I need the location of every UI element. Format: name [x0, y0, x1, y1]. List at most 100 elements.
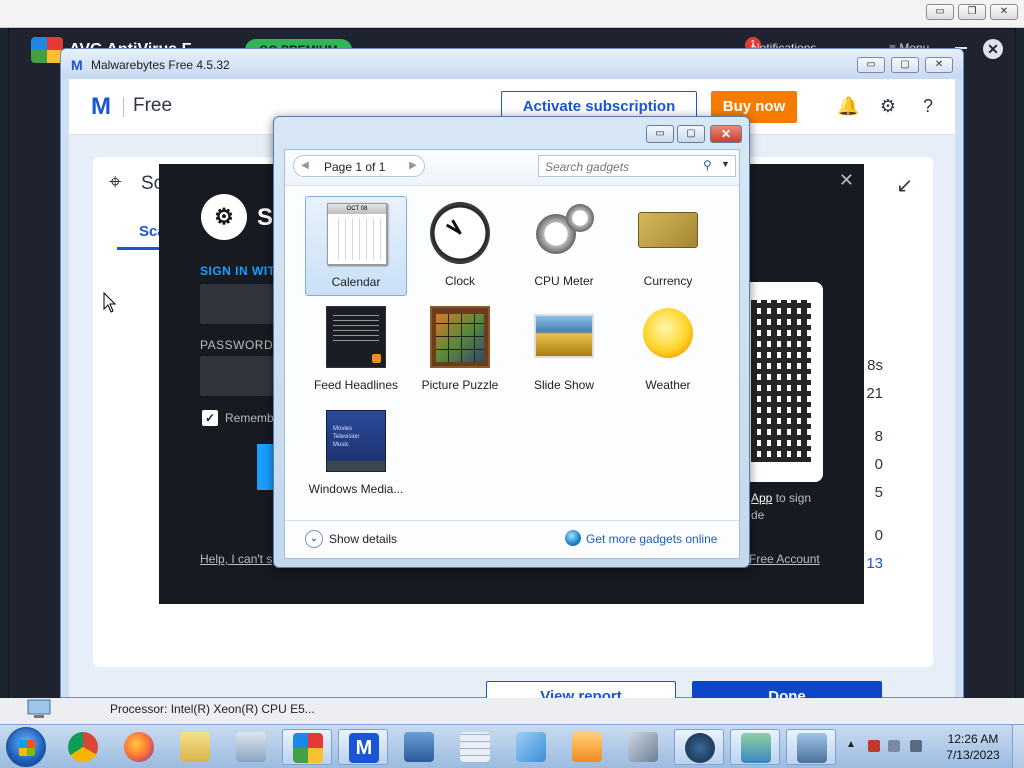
stat-value: 8: [874, 428, 883, 445]
show-desktop-button[interactable]: [1012, 725, 1024, 768]
gadget-weather[interactable]: Weather: [617, 300, 719, 400]
media-player-icon: [572, 732, 602, 762]
processor-value: Intel(R) Xeon(R) CPU E5...: [170, 702, 315, 716]
taskbar-tool[interactable]: [618, 729, 668, 765]
malwarebytes-title-icon: M: [71, 57, 83, 73]
stat-value: 13: [866, 555, 883, 572]
collapse-arrow-icon[interactable]: ↙: [896, 173, 913, 198]
free-account-link[interactable]: Free Account: [749, 552, 820, 566]
gadget-label: Currency: [643, 274, 693, 288]
paper-plane-icon: [516, 732, 546, 762]
get-more-gadgets-link[interactable]: Get more gadgets online: [586, 532, 717, 546]
keyboard-icon: [236, 732, 266, 762]
gadget-label: Feed Headlines: [313, 378, 399, 392]
qr-code: [739, 282, 823, 482]
gear-icon[interactable]: ⚙: [877, 95, 899, 117]
crosshair-icon: ⌖: [109, 169, 122, 194]
gadget-calendar[interactable]: OCT 08 Calendar: [305, 196, 407, 296]
feed-headlines-icon: [326, 306, 386, 368]
page-label: Page 1 of 1: [324, 160, 386, 174]
processor-info: Processor: Intel(R) Xeon(R) CPU E5...: [110, 702, 315, 716]
malwarebytes-maximize-button[interactable]: ▢: [891, 57, 919, 73]
taskbar-firefox[interactable]: [114, 729, 164, 765]
outer-close-button[interactable]: ✕: [990, 4, 1018, 20]
chevron-down-icon[interactable]: ▼: [721, 159, 730, 169]
gadget-picture-puzzle[interactable]: Picture Puzzle: [409, 300, 511, 400]
gadget-feed-headlines[interactable]: Feed Headlines: [305, 300, 407, 400]
password-input[interactable]: [200, 356, 274, 396]
taskbar: M ▲ 12:26 AM 7/13/2023: [0, 724, 1024, 768]
gadgets-close-button[interactable]: ✕: [710, 125, 742, 143]
taskbar-explorer[interactable]: [170, 729, 220, 765]
gadgets-maximize-button[interactable]: ▢: [677, 125, 705, 143]
start-button[interactable]: [6, 727, 46, 767]
control-panel-icon: [741, 733, 771, 763]
next-page-icon[interactable]: ▶: [406, 159, 420, 173]
firefox-icon: [124, 732, 154, 762]
gadget-label: Slide Show: [533, 378, 595, 392]
gadgets-toolbar: ◀ Page 1 of 1 ▶ Search gadgets ⚲ ▼: [285, 150, 739, 186]
stat-value: 5: [874, 484, 883, 501]
taskbar-malwarebytes[interactable]: M: [338, 729, 388, 765]
gadget-windows-media-center[interactable]: Movies Television Music Windows Media...: [305, 404, 407, 504]
malwarebytes-titlebar[interactable]: M Malwarebytes Free 4.5.32 ▭ ▢ ✕: [61, 49, 963, 79]
malwarebytes-logo-icon: M: [91, 93, 111, 120]
malwarebytes-close-button[interactable]: ✕: [925, 57, 953, 73]
bell-icon[interactable]: 🔔: [837, 95, 859, 117]
tray-volume-icon[interactable]: [910, 740, 922, 752]
outer-minimize-button[interactable]: ▭: [926, 4, 954, 20]
taskbar-messenger[interactable]: [506, 729, 556, 765]
taskbar-keyboard[interactable]: [226, 729, 276, 765]
taskbar-control-panel[interactable]: [730, 729, 780, 765]
qr-instructions-line2: de: [751, 508, 765, 522]
remember-me-label: Rememb: [225, 411, 274, 425]
tray-network-icon[interactable]: [888, 740, 900, 752]
steam-app-link[interactable]: App: [751, 491, 772, 505]
stat-value: 0: [874, 527, 883, 544]
search-icon[interactable]: ⚲: [703, 158, 712, 172]
taskbar-steam[interactable]: [674, 729, 724, 765]
calendar-month: OCT 08: [328, 204, 386, 214]
gadgets-minimize-button[interactable]: ▭: [646, 125, 674, 143]
gadget-label: CPU Meter: [534, 274, 594, 288]
taskbar-media-player[interactable]: [562, 729, 612, 765]
globe-icon: [565, 530, 581, 546]
taskbar-chrome[interactable]: [58, 729, 108, 765]
steam-app-icon: [685, 733, 715, 763]
outer-restore-button[interactable]: ❐: [958, 4, 986, 20]
steam-close-button[interactable]: ✕: [839, 170, 854, 191]
gadget-clock[interactable]: Clock: [409, 196, 511, 296]
weather-sun-icon: [643, 308, 693, 358]
taskbar-gadgets[interactable]: [786, 729, 836, 765]
tray-security-icon[interactable]: [868, 740, 880, 752]
gadgets-dialog: ▭ ▢ ✕ ◀ Page 1 of 1 ▶ Search gadgets ⚲ ▼…: [273, 116, 750, 568]
system-tray: ▲: [840, 731, 940, 761]
taskbar-calculator[interactable]: [450, 729, 500, 765]
gadgets-gallery: ◀ Page 1 of 1 ▶ Search gadgets ⚲ ▼ OCT 0…: [284, 149, 740, 559]
account-name-input[interactable]: [200, 284, 274, 324]
previous-page-icon[interactable]: ◀: [298, 159, 312, 173]
remember-me-checkbox[interactable]: ✓: [202, 410, 218, 426]
malwarebytes-minimize-button[interactable]: ▭: [857, 57, 885, 73]
taskbar-clock[interactable]: 12:26 AM 7/13/2023: [940, 731, 1006, 763]
windows-media-center-icon: Movies Television Music: [326, 410, 386, 472]
installer-icon: [404, 732, 434, 762]
show-details-button[interactable]: Show details: [329, 532, 397, 546]
chevron-down-icon[interactable]: ⌄: [305, 530, 323, 548]
chrome-icon: [68, 732, 98, 762]
avg-close-button[interactable]: ✕: [983, 39, 1003, 59]
processor-label: Processor:: [110, 702, 168, 716]
help-link[interactable]: Help, I can't s: [200, 552, 272, 566]
page-navigator: ◀ Page 1 of 1 ▶: [293, 155, 425, 177]
search-gadgets-input[interactable]: Search gadgets ⚲ ▼: [538, 155, 736, 177]
tray-expand-icon[interactable]: ▲: [846, 739, 856, 750]
taskbar-avg[interactable]: [282, 729, 332, 765]
help-icon[interactable]: ?: [917, 95, 939, 117]
gadget-slide-show[interactable]: Slide Show: [513, 300, 615, 400]
taskbar-installer[interactable]: [394, 729, 444, 765]
cpu-meter-icon: [534, 202, 594, 264]
gadget-cpu-meter[interactable]: CPU Meter: [513, 196, 615, 296]
clock-icon: [430, 202, 490, 264]
stat-value: 0: [874, 456, 883, 473]
gadget-currency[interactable]: Currency: [617, 196, 719, 296]
